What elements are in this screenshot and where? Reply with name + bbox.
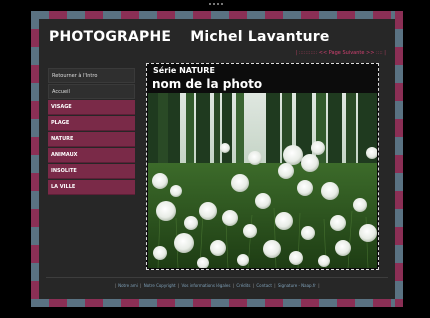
sidebar-item-intro[interactable]: Retourner à l'Intro (48, 68, 135, 83)
sidebar-item-insolite[interactable]: INSOLITE (48, 164, 135, 179)
series-title: Série NATURE (153, 66, 215, 75)
footer-link-credits[interactable]: Crédits (236, 283, 250, 288)
sidebar-item-visage[interactable]: VISAGE (48, 100, 135, 115)
photo-name: nom de la photo (152, 77, 263, 91)
sidebar-item-la-ville[interactable]: LA VILLE (48, 180, 135, 195)
footer-link-copyright[interactable]: Notre Copyright (144, 283, 176, 288)
footer-link-notre-ami[interactable]: Notre ami (118, 283, 138, 288)
sidebar-item-accueil[interactable]: Accueil (48, 84, 135, 99)
window-handle (209, 3, 223, 5)
page-title: PHOTOGRAPHE Michel Lavanture (49, 29, 330, 45)
sidebar-item-animaux[interactable]: ANIMAUX (48, 148, 135, 163)
pagination-suffix: :::: | (374, 50, 386, 56)
footer-link-signature[interactable]: Signature - Naap.fr (278, 283, 316, 288)
footer-links: | Notre ami | Notre Copyright | Vos info… (114, 283, 320, 288)
pagination-prefix: | ::::::::::: (295, 50, 319, 56)
photo-viewer: Série NATURE nom de la photo (146, 63, 379, 270)
sidebar-item-plage[interactable]: PLAGE (48, 116, 135, 131)
photo-pagination: | ::::::::::: << Page Suivante >> :::: | (295, 50, 386, 56)
sidebar-item-nature[interactable]: NATURE (48, 132, 135, 147)
footer-divider (46, 277, 388, 278)
footer-link-legal[interactable]: Vos informations légales (182, 283, 231, 288)
photographer-name: Michel Lavanture (190, 29, 330, 45)
next-page-link[interactable]: << Page Suivante >> (319, 50, 375, 56)
sidebar-menu: Retourner à l'Intro Accueil VISAGE PLAGE… (48, 68, 135, 196)
footer-link-contact[interactable]: Contact (256, 283, 272, 288)
nature-photo[interactable] (148, 93, 377, 268)
header-title: PHOTOGRAPHE (49, 29, 172, 45)
